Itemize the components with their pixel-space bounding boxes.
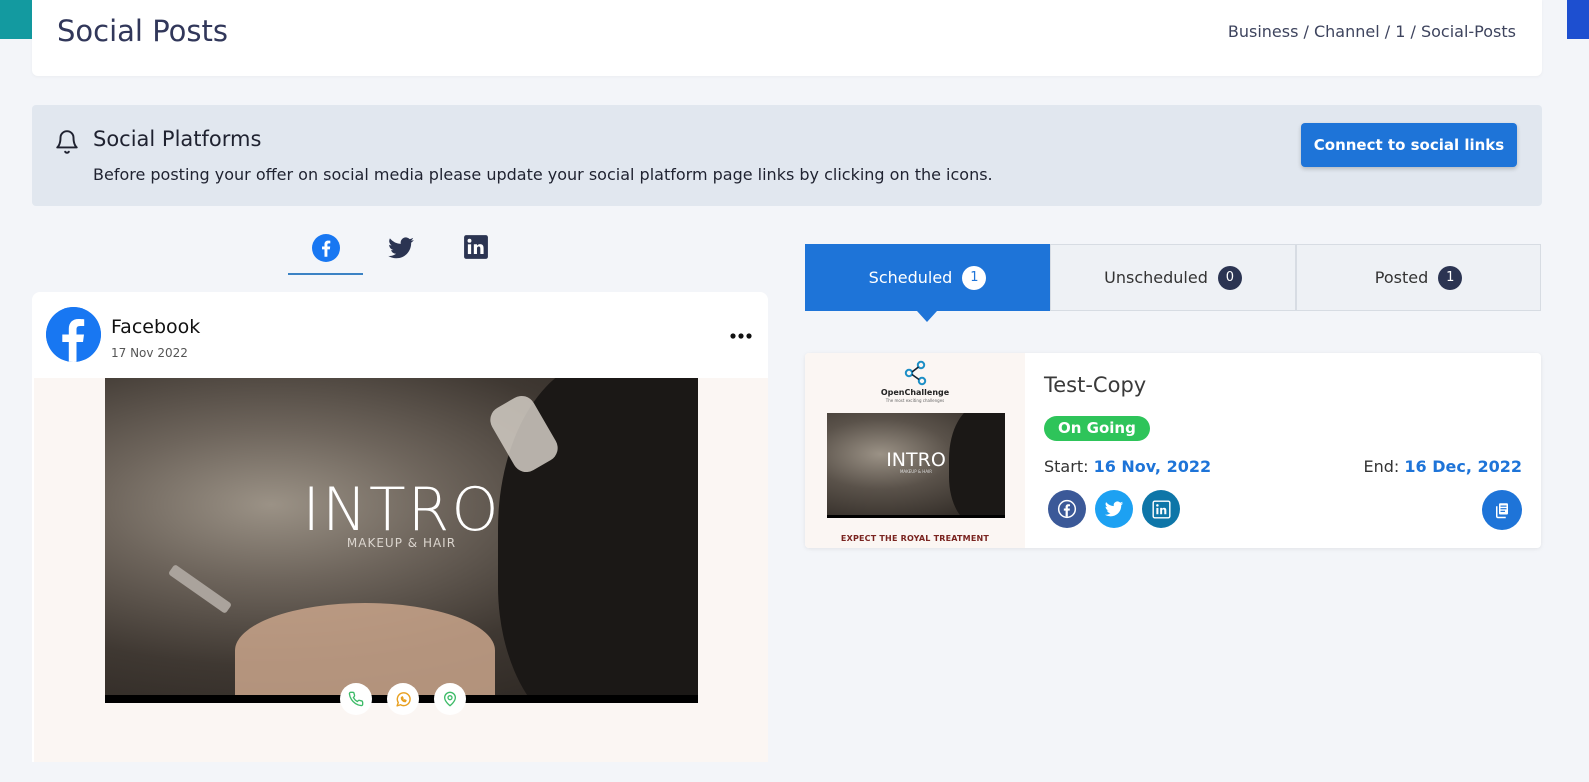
bell-icon xyxy=(56,130,78,154)
linkedin-icon xyxy=(1151,499,1171,519)
breadcrumb[interactable]: Business / Channel / 1 / Social-Posts xyxy=(1228,22,1516,41)
start-label: Start: xyxy=(1044,457,1089,476)
thumbnail-subtitle: MAKEUP & HAIR xyxy=(899,469,933,474)
thumbnail-tagline: The most exciting challenges xyxy=(885,398,945,403)
thumbnail-brand: OpenChallenge xyxy=(880,388,950,397)
tab-twitter[interactable] xyxy=(363,231,438,275)
post-image-subtitle: MAKEUP & HAIR xyxy=(346,536,457,550)
thumbnail-image: INTRO MAKEUP & HAIR xyxy=(827,413,1005,516)
top-left-accent xyxy=(0,0,32,39)
share-linkedin-button[interactable] xyxy=(1142,490,1180,528)
post-image[interactable]: INTRO MAKEUP & HAIR xyxy=(105,378,698,695)
twitter-icon xyxy=(1104,501,1124,517)
status-tabs: Scheduled 1 Unscheduled 0 Posted 1 xyxy=(805,244,1541,311)
facebook-avatar xyxy=(46,307,101,362)
phone-icon[interactable] xyxy=(340,683,372,715)
tab-facebook[interactable] xyxy=(288,231,363,275)
offer-thumbnail[interactable]: OpenChallenge The most exciting challeng… xyxy=(805,353,1025,548)
active-tab-indicator xyxy=(917,311,937,322)
tab-posted-count: 1 xyxy=(1438,265,1463,290)
thumbnail-bottom-bar xyxy=(827,515,1005,518)
social-platforms-alert: Social Platforms Before posting your off… xyxy=(32,105,1542,206)
offer-card[interactable]: OpenChallenge The most exciting challeng… xyxy=(805,353,1541,548)
end-label: End: xyxy=(1363,457,1400,476)
post-page-name: Facebook xyxy=(111,316,201,338)
connect-social-links-button[interactable]: Connect to social links xyxy=(1301,123,1517,167)
start-date: 16 Nov, 2022 xyxy=(1093,457,1212,476)
status-badge: On Going xyxy=(1044,416,1150,441)
page-title: Social Posts xyxy=(57,14,228,48)
facebook-post-preview: Facebook 17 Nov 2022 INTRO MAKEUP & HAIR xyxy=(32,292,768,762)
whatsapp-icon[interactable] xyxy=(387,683,419,715)
openchallenge-logo-icon xyxy=(904,360,927,386)
tab-posted[interactable]: Posted 1 xyxy=(1296,244,1541,311)
page-header: Social Posts Business / Channel / 1 / So… xyxy=(32,0,1542,76)
thumbnail-footer: EXPECT THE ROYAL TREATMENT xyxy=(840,534,990,543)
share-facebook-button[interactable] xyxy=(1048,490,1086,528)
more-options-icon[interactable] xyxy=(728,324,754,348)
image-comb xyxy=(167,564,233,614)
thumbnail-title: INTRO xyxy=(886,449,946,471)
copy-button[interactable] xyxy=(1482,490,1522,530)
tab-posted-label: Posted xyxy=(1374,268,1429,287)
facebook-icon xyxy=(46,307,101,362)
tab-scheduled-count: 1 xyxy=(962,265,987,290)
share-buttons xyxy=(1048,490,1180,528)
tab-scheduled-label: Scheduled xyxy=(868,268,953,287)
post-date: 17 Nov 2022 xyxy=(111,346,188,360)
facebook-icon xyxy=(311,234,340,262)
alert-title: Social Platforms xyxy=(93,127,262,151)
offer-end: End: 16 Dec, 2022 xyxy=(1363,457,1522,476)
offer-title: Test-Copy xyxy=(1044,373,1147,397)
tab-scheduled[interactable]: Scheduled 1 xyxy=(805,244,1050,311)
post-image-title: INTRO xyxy=(302,475,501,545)
facebook-icon xyxy=(1057,499,1077,519)
tab-linkedin[interactable] xyxy=(438,231,513,275)
alert-text: Before posting your offer on social medi… xyxy=(93,165,993,184)
end-date: 16 Dec, 2022 xyxy=(1404,457,1522,476)
copy-icon xyxy=(1496,503,1508,519)
tab-unscheduled[interactable]: Unscheduled 0 xyxy=(1050,244,1296,311)
location-icon[interactable] xyxy=(434,683,466,715)
twitter-icon xyxy=(387,237,414,259)
tab-unscheduled-count: 0 xyxy=(1217,265,1242,290)
share-twitter-button[interactable] xyxy=(1095,490,1133,528)
linkedin-icon xyxy=(463,235,488,259)
offer-start: Start: 16 Nov, 2022 xyxy=(1044,457,1211,476)
tab-unscheduled-label: Unscheduled xyxy=(1104,268,1208,287)
top-right-accent xyxy=(1567,0,1589,39)
contact-icons xyxy=(340,682,466,716)
